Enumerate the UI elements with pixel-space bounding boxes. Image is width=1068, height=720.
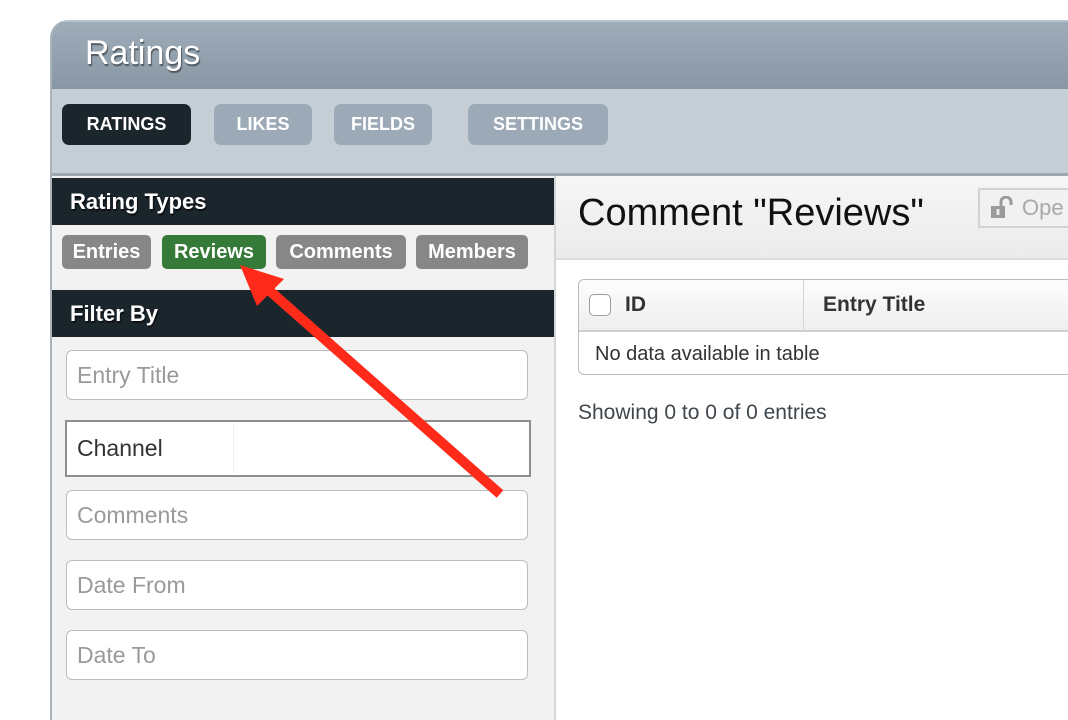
comments-input[interactable]: Comments xyxy=(66,490,528,540)
open-button-label: Ope xyxy=(1022,195,1064,220)
rating-type-entries[interactable]: Entries xyxy=(62,235,151,269)
column-id-label: ID xyxy=(625,293,646,316)
sidebar: Rating Types Entries Reviews Comments Me… xyxy=(52,176,556,720)
filter-by-heading: Filter By xyxy=(52,290,554,337)
page-title: Ratings xyxy=(85,34,201,72)
ratings-table: ID Entry Title No data available in tabl… xyxy=(578,279,1068,375)
date-to-input[interactable]: Date To xyxy=(66,630,528,680)
main-header: Comment "Reviews" Ope xyxy=(556,176,1068,260)
tab-likes[interactable]: LIKES xyxy=(214,104,312,145)
unlock-icon xyxy=(991,196,1013,218)
select-all-checkbox[interactable] xyxy=(589,294,611,316)
rating-type-reviews[interactable]: Reviews xyxy=(162,235,266,269)
ratings-panel: Ratings RATINGS LIKES FIELDS SETTINGS Ra… xyxy=(50,20,1068,720)
open-button[interactable]: Ope xyxy=(978,188,1068,228)
tab-fields[interactable]: FIELDS xyxy=(334,104,432,145)
title-bar: Ratings xyxy=(52,20,1068,89)
tab-ratings[interactable]: RATINGS xyxy=(62,104,191,145)
entry-title-input[interactable]: Entry Title xyxy=(66,350,528,400)
main-content: Comment "Reviews" Ope ID Entry Title No xyxy=(556,176,1068,720)
column-id[interactable]: ID xyxy=(589,280,646,330)
main-title: Comment "Reviews" xyxy=(578,192,924,234)
rating-type-comments[interactable]: Comments xyxy=(276,235,406,269)
channel-select-value: Channel xyxy=(77,435,163,461)
date-from-input[interactable]: Date From xyxy=(66,560,528,610)
column-divider xyxy=(803,280,804,330)
channel-select[interactable]: Channel xyxy=(65,420,531,477)
rating-type-members[interactable]: Members xyxy=(416,235,528,269)
column-entry-title[interactable]: Entry Title xyxy=(823,280,925,330)
nav-tabs: RATINGS LIKES FIELDS SETTINGS xyxy=(52,89,1068,176)
rating-types-heading: Rating Types xyxy=(52,178,554,225)
table-header: ID Entry Title xyxy=(579,280,1068,332)
table-info: Showing 0 to 0 of 0 entries xyxy=(578,401,827,424)
table-empty-message: No data available in table xyxy=(595,343,820,365)
tab-settings[interactable]: SETTINGS xyxy=(468,104,608,145)
